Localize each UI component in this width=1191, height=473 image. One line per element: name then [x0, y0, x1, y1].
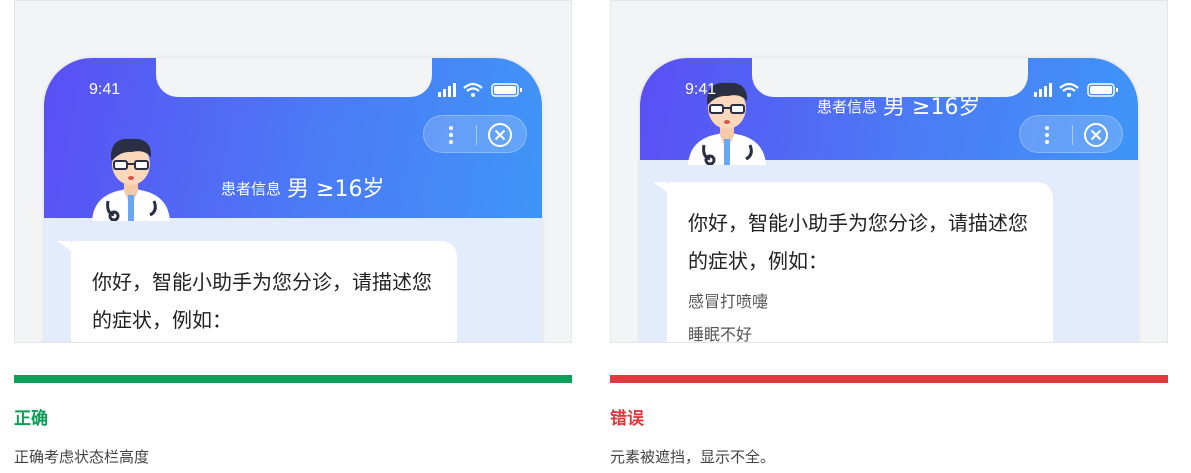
verdict-correct: 正确	[14, 409, 48, 429]
description-wrong: 元素被遮挡，显示不全。	[610, 448, 776, 466]
correct-indicator-bar	[14, 375, 572, 383]
capsule-divider	[1072, 125, 1073, 145]
correct-screenshot: 患者信息男 ≥16岁 9:41 你好，智能小助手为您分诊，请描述您的症状，例如：	[14, 0, 572, 343]
more-icon[interactable]	[442, 124, 460, 146]
example-item: 睡眠不好	[688, 325, 753, 343]
description-correct: 正确考虑状态栏高度	[14, 448, 150, 466]
patient-info: 患者信息男 ≥16岁	[221, 171, 384, 203]
close-circle-icon[interactable]	[487, 122, 513, 148]
wrong-example-panel: 患者信息男 ≥16岁 9:41 你好，智能小助手为您分诊，请描述您的症状，例如：…	[610, 0, 1168, 466]
status-time: 9:41	[685, 81, 717, 98]
close-circle-icon[interactable]	[1083, 122, 1109, 148]
example-item: 感冒打喷嚏	[688, 292, 769, 311]
bubble-tail	[653, 182, 667, 192]
wifi-icon	[1059, 82, 1079, 97]
more-icon[interactable]	[1038, 124, 1056, 146]
verdict-wrong: 错误	[610, 409, 644, 429]
wrong-screenshot: 患者信息男 ≥16岁 9:41 你好，智能小助手为您分诊，请描述您的症状，例如：…	[610, 0, 1168, 343]
battery-icon	[1087, 83, 1118, 97]
wrong-indicator-bar	[610, 375, 1168, 383]
patient-info-label: 患者信息	[221, 180, 282, 198]
greeting-message: 你好，智能小助手为您分诊，请描述您的症状，例如：	[92, 270, 432, 332]
phone-notch	[752, 58, 1028, 97]
wifi-icon	[463, 82, 483, 97]
chat-bubble: 你好，智能小助手为您分诊，请描述您的症状，例如： 感冒打喷嚏 睡眠不好	[653, 182, 1053, 343]
phone-notch	[156, 58, 432, 97]
battery-icon	[491, 83, 522, 97]
capsule-divider	[476, 125, 477, 145]
patient-info-value: 男 ≥16岁	[287, 177, 385, 202]
correct-example-panel: 患者信息男 ≥16岁 9:41 你好，智能小助手为您分诊，请描述您的症状，例如：…	[14, 0, 572, 466]
menu-capsule	[1019, 115, 1123, 153]
menu-capsule	[423, 115, 527, 153]
greeting-message: 你好，智能小助手为您分诊，请描述您的症状，例如：	[688, 211, 1028, 273]
bubble-tail	[57, 241, 71, 251]
doctor-avatar-icon	[84, 131, 179, 222]
signal-icon	[1034, 83, 1052, 97]
status-icons	[438, 82, 528, 98]
chat-bubble: 你好，智能小助手为您分诊，请描述您的症状，例如：	[57, 241, 457, 342]
status-icons	[1034, 82, 1124, 98]
status-time: 9:41	[89, 81, 121, 98]
signal-icon	[438, 83, 456, 97]
phone-frame: 患者信息男 ≥16岁 9:41	[44, 58, 542, 342]
patient-info-value: 男 ≥16岁	[883, 95, 981, 120]
patient-info-label: 患者信息	[817, 98, 878, 116]
phone-frame: 患者信息男 ≥16岁 9:41	[640, 58, 1138, 343]
